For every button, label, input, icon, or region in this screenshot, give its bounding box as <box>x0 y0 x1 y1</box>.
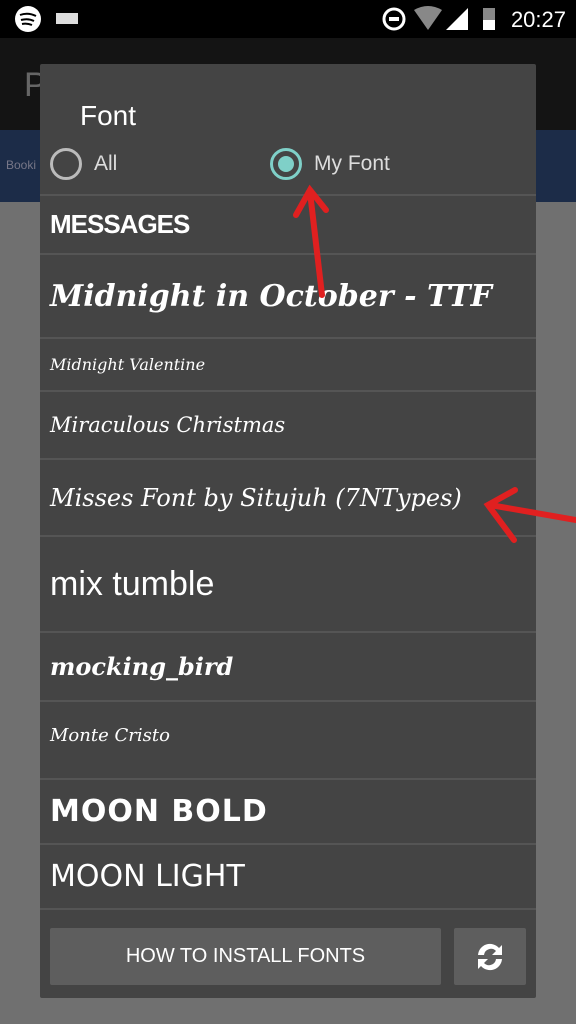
radio-selected-icon <box>270 148 302 180</box>
dialog-title: Font <box>80 100 137 131</box>
radio-label: My Font <box>314 152 390 175</box>
button-label: HOW TO INSTALL FONTS <box>125 945 366 967</box>
font-item[interactable]: MOON LIGHT <box>40 843 536 908</box>
font-item[interactable]: MOON BOLD <box>40 778 536 843</box>
status-bar: 20:27 <box>0 0 576 38</box>
font-item[interactable]: Midnight in October - TTF <box>40 253 536 337</box>
clock: 20:27 <box>510 7 566 32</box>
refresh-button[interactable] <box>454 928 526 985</box>
font-dialog: Font All My Font MESSAGES Midnight in Oc… <box>40 64 536 998</box>
font-item[interactable]: Monte Cristo <box>40 700 536 778</box>
signal-icon <box>446 8 468 30</box>
font-item[interactable]: Midnight Valentine <box>40 337 536 390</box>
radio-all[interactable]: All <box>50 148 117 180</box>
font-list: MESSAGES Midnight in October - TTF Midni… <box>40 194 536 910</box>
font-item[interactable]: Miraculous Christmas <box>40 390 536 458</box>
radio-circle-icon <box>50 148 82 180</box>
radio-my-font[interactable]: My Font <box>270 148 390 180</box>
status-icons <box>15 6 495 32</box>
font-item[interactable]: MESSAGES <box>40 194 536 253</box>
font-item[interactable]: mocking_bird <box>40 631 536 700</box>
radio-label: All <box>94 152 118 175</box>
refresh-icon <box>478 943 502 970</box>
wifi-icon <box>414 6 442 30</box>
list-divider <box>40 908 536 910</box>
ad-text: Booki <box>6 158 37 172</box>
how-to-install-fonts-button[interactable]: HOW TO INSTALL FONTS <box>50 928 441 985</box>
font-item[interactable]: Misses Font by Situjuh (7NTypes) <box>40 458 536 535</box>
keyboard-icon <box>56 13 78 24</box>
font-item[interactable]: mix tumble <box>40 535 536 631</box>
